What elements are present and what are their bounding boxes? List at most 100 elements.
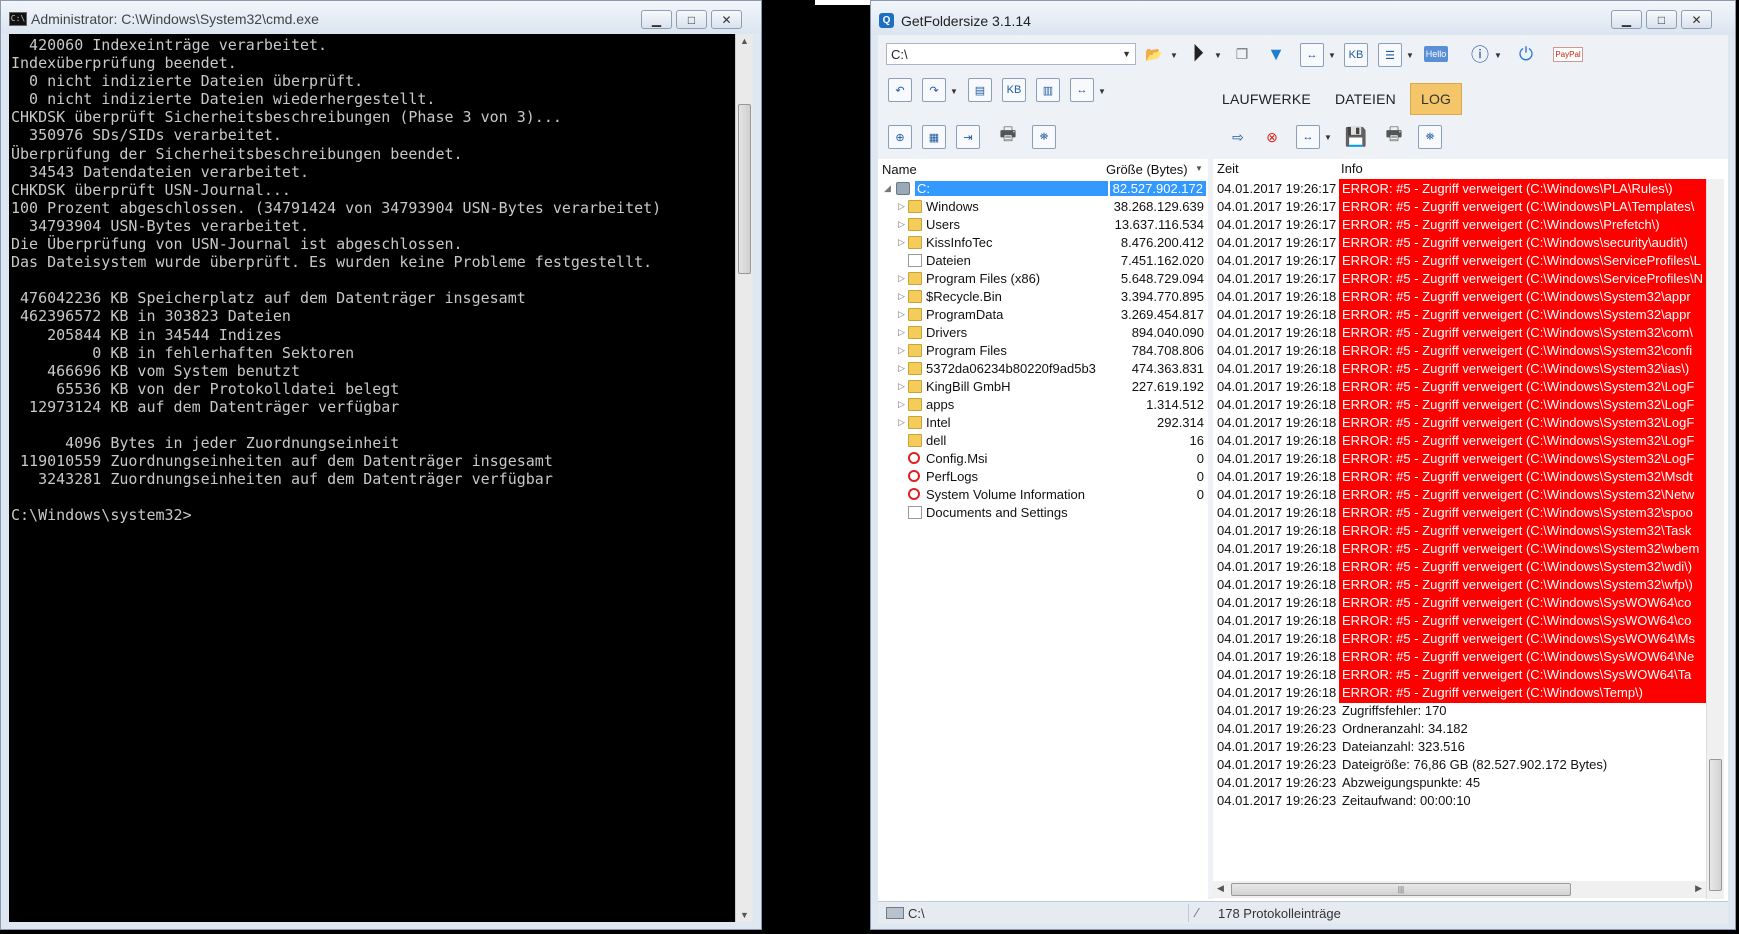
log-save-button[interactable]: 💾 — [1342, 123, 1370, 151]
filter-button[interactable]: ▼ — [1262, 40, 1290, 68]
expand-icon[interactable]: ▷ — [898, 363, 905, 374]
minimize-button[interactable]: ▁ — [641, 10, 672, 29]
scroll-up-icon[interactable]: ▲ — [740, 36, 749, 46]
tab-dateien[interactable]: DATEIEN — [1325, 83, 1406, 115]
scroll-down-icon[interactable]: ▼ — [740, 910, 749, 920]
log-error-row[interactable]: 04.01.2017 19:26:18 ERROR: #5 - Zugriff v… — [1213, 629, 1706, 649]
maximize-button[interactable]: □ — [1646, 10, 1677, 29]
log-error-row[interactable]: 04.01.2017 19:26:18 ERROR: #5 - Zugriff v… — [1213, 467, 1706, 487]
log-horizontal-scrollbar[interactable]: ◀ ||| ▶ — [1213, 881, 1706, 898]
tree-row[interactable]: ▷ Intel 292.314 — [878, 413, 1208, 433]
export-button[interactable]: ⇥ — [956, 125, 980, 149]
chevron-down-icon[interactable]: ▼ — [950, 87, 958, 96]
log-find-button[interactable]: ⛯ — [1418, 125, 1442, 149]
scrollbar-thumb[interactable]: ||| — [1231, 883, 1571, 896]
expand-icon[interactable]: ▷ — [898, 399, 905, 410]
tree-row[interactable]: ▷ Program Files 784.708.806 — [878, 341, 1208, 361]
path-combobox[interactable]: C:\ ▼ — [886, 43, 1136, 65]
collapse-icon[interactable]: ◢ — [884, 183, 891, 194]
log-error-row[interactable]: 04.01.2017 19:26:18 ERROR: #5 - Zugriff v… — [1213, 323, 1706, 343]
scrollbar-thumb[interactable] — [1709, 759, 1722, 891]
tree-row[interactable]: ▷ KingBill GmbH 227.619.192 — [878, 377, 1208, 397]
log-row[interactable]: 04.01.2017 19:26:23 Zugriffsfehler: 170 — [1213, 701, 1706, 721]
tab-laufwerke[interactable]: LAUFWERKE — [1212, 83, 1321, 115]
chevron-down-icon[interactable]: ▼ — [1328, 51, 1336, 60]
log-row[interactable]: 04.01.2017 19:26:23 Dateianzahl: 323.516 — [1213, 737, 1706, 757]
scrollbar-thumb[interactable] — [738, 104, 751, 274]
close-button[interactable]: ✕ — [1681, 10, 1712, 29]
log-error-row[interactable]: 04.01.2017 19:26:18 ERROR: #5 - Zugriff v… — [1213, 287, 1706, 307]
tree-row[interactable]: ▷ $Recycle.Bin 3.394.770.895 — [878, 287, 1208, 307]
log-error-row[interactable]: 04.01.2017 19:26:18 ERROR: #5 - Zugriff v… — [1213, 413, 1706, 433]
log-error-row[interactable]: 04.01.2017 19:26:18 ERROR: #5 - Zugriff v… — [1213, 377, 1706, 397]
expand-icon[interactable]: ▷ — [898, 201, 905, 212]
expand-icon[interactable]: ▷ — [898, 291, 905, 302]
scroll-right-icon[interactable]: ▶ — [1695, 883, 1702, 894]
copy-button[interactable]: ❐ — [1228, 40, 1256, 68]
log-print-button[interactable]: 🖶 — [1380, 123, 1408, 151]
tree-row[interactable]: Config.Msi 0 — [878, 449, 1208, 469]
back-button[interactable]: ↶ — [888, 78, 912, 102]
tree-row[interactable]: dell 16 — [878, 431, 1208, 451]
log-error-row[interactable]: 04.01.2017 19:26:17 ERROR: #5 - Zugriff v… — [1213, 215, 1706, 235]
log-export-button[interactable]: ⇨ — [1224, 123, 1252, 151]
log-error-row[interactable]: 04.01.2017 19:26:17 ERROR: #5 - Zugriff v… — [1213, 233, 1706, 253]
log-error-row[interactable]: 04.01.2017 19:26:18 ERROR: #5 - Zugriff v… — [1213, 521, 1706, 541]
log-error-row[interactable]: 04.01.2017 19:26:18 ERROR: #5 - Zugriff v… — [1213, 431, 1706, 451]
tree-row[interactable]: ▷ apps 1.314.512 — [878, 395, 1208, 415]
chevron-down-icon[interactable]: ▼ — [1122, 49, 1131, 59]
log-error-row[interactable]: 04.01.2017 19:26:18 ERROR: #5 - Zugriff v… — [1213, 359, 1706, 379]
minimize-button[interactable]: ▁ — [1611, 10, 1642, 29]
chevron-down-icon[interactable]: ▼ — [1324, 133, 1332, 142]
chevron-down-icon[interactable]: ▼ — [1098, 87, 1106, 96]
tree-row[interactable]: System Volume Information 0 — [878, 485, 1208, 505]
expand-icon[interactable]: ▷ — [898, 309, 905, 320]
column-header-size[interactable]: Größe (Bytes) — [1106, 162, 1188, 177]
expand-icon[interactable]: ▷ — [898, 417, 905, 428]
log-error-row[interactable]: 04.01.2017 19:26:18 ERROR: #5 - Zugriff v… — [1213, 683, 1706, 703]
tree-root-drive[interactable]: ◢ C: 82.527.902.172 — [878, 179, 1208, 199]
log-error-row[interactable]: 04.01.2017 19:26:18 ERROR: #5 - Zugriff v… — [1213, 611, 1706, 631]
log-row[interactable]: 04.01.2017 19:26:23 Ordneranzahl: 34.182 — [1213, 719, 1706, 739]
console-scrollbar[interactable]: ▲ ▼ — [735, 34, 753, 922]
log-error-row[interactable]: 04.01.2017 19:26:18 ERROR: #5 - Zugriff v… — [1213, 395, 1706, 415]
expand-icon[interactable]: ▷ — [898, 327, 905, 338]
log-error-row[interactable]: 04.01.2017 19:26:17 ERROR: #5 - Zugriff v… — [1213, 179, 1706, 199]
tree-row[interactable]: ▷ 5372da06234b80220f9ad5b3 474.363.831 — [878, 359, 1208, 379]
tree-row[interactable]: Dateien 7.451.162.020 — [878, 251, 1208, 271]
column-header-info[interactable]: Info — [1341, 161, 1363, 176]
tree-row[interactable]: Documents and Settings — [878, 503, 1208, 523]
gfs-titlebar[interactable]: Q GetFoldersize 3.1.14 ▁ □ ✕ — [871, 1, 1735, 35]
exit-button[interactable]: ⏻ — [1512, 40, 1540, 68]
expand-icon[interactable]: ▷ — [898, 345, 905, 356]
scroll-left-icon[interactable]: ◀ — [1217, 883, 1224, 894]
expand-icon[interactable]: ▷ — [898, 237, 905, 248]
autosize-button[interactable]: ↔ — [1070, 78, 1094, 102]
log-error-row[interactable]: 04.01.2017 19:26:18 ERROR: #5 - Zugriff v… — [1213, 485, 1706, 505]
expand-icon[interactable]: ▷ — [898, 273, 905, 284]
add-folder-button[interactable]: 📂 — [1140, 40, 1168, 68]
chevron-down-icon[interactable]: ▼ — [1170, 51, 1178, 60]
tree-row[interactable]: ▷ Program Files (x86) 5.648.729.094 — [878, 269, 1208, 289]
log-error-row[interactable]: 04.01.2017 19:26:18 ERROR: #5 - Zugriff v… — [1213, 341, 1706, 361]
kb-unit-button[interactable]: KB — [1344, 43, 1368, 67]
maximize-button[interactable]: □ — [676, 10, 707, 29]
hello-button[interactable]: Hello — [1422, 40, 1450, 68]
console-output[interactable]: 420060 Indexeinträge verarbeitet. Indexü… — [9, 34, 735, 922]
cmd-titlebar[interactable]: C:\ Administrator: C:\Windows\System32\c… — [1, 1, 761, 33]
chevron-down-icon[interactable]: ▼ — [1214, 51, 1222, 60]
log-error-row[interactable]: 04.01.2017 19:26:18 ERROR: #5 - Zugriff v… — [1213, 449, 1706, 469]
find-button[interactable]: ⛯ — [1032, 125, 1056, 149]
add-to-list-button[interactable]: ⊕ — [888, 125, 912, 149]
tree-row[interactable]: ▷ Users 13.637.116.534 — [878, 215, 1208, 235]
log-error-row[interactable]: 04.01.2017 19:26:17 ERROR: #5 - Zugriff v… — [1213, 269, 1706, 289]
expand-icon[interactable]: ▷ — [898, 381, 905, 392]
log-error-row[interactable]: 04.01.2017 19:26:17 ERROR: #5 - Zugriff v… — [1213, 251, 1706, 271]
log-error-row[interactable]: 04.01.2017 19:26:18 ERROR: #5 - Zugriff v… — [1213, 305, 1706, 325]
log-error-row[interactable]: 04.01.2017 19:26:18 ERROR: #5 - Zugriff v… — [1213, 539, 1706, 559]
log-row[interactable]: 04.01.2017 19:26:23 Dateigröße: 76,86 GB … — [1213, 755, 1706, 775]
close-button[interactable]: ✕ — [711, 10, 742, 29]
log-error-row[interactable]: 04.01.2017 19:26:18 ERROR: #5 - Zugriff v… — [1213, 593, 1706, 613]
tree-row[interactable]: ▷ Drivers 894.040.090 — [878, 323, 1208, 343]
tree-row[interactable]: ▷ KissInfoTec 8.476.200.412 — [878, 233, 1208, 253]
